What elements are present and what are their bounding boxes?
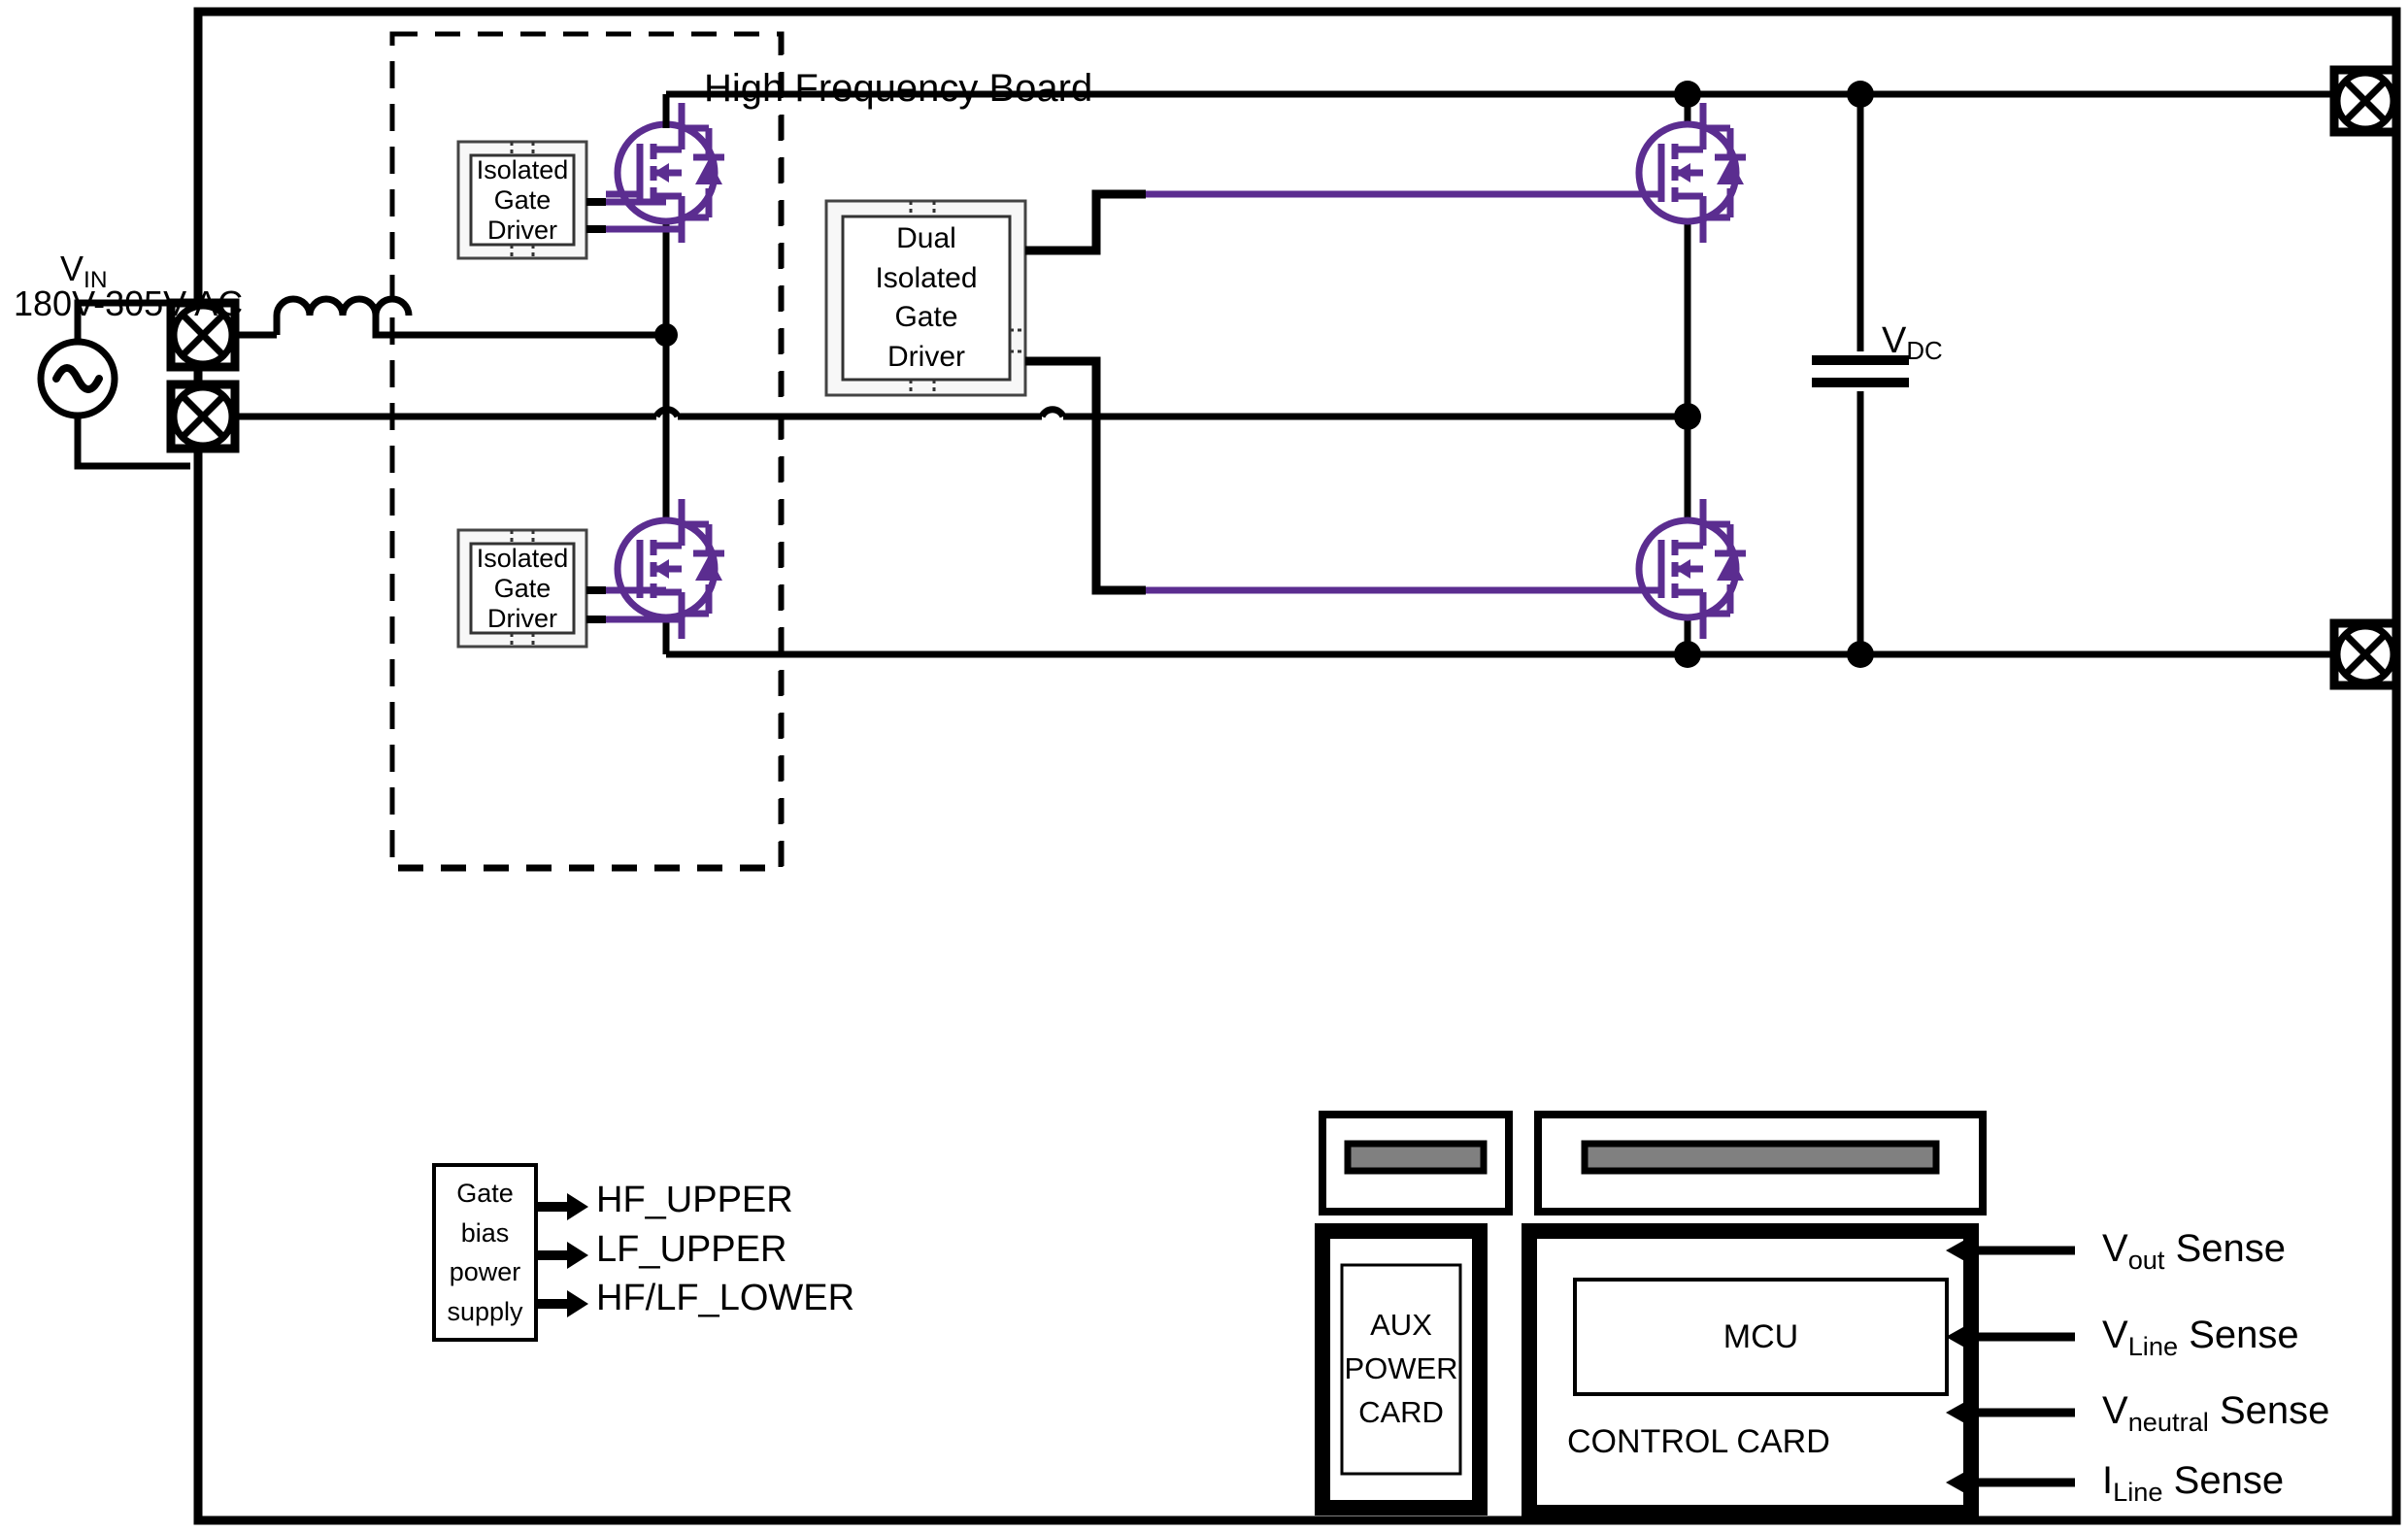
sense-label-vout: Vout Sense — [2102, 1227, 2287, 1275]
sense-label-iline: ILine Sense — [2102, 1459, 2285, 1507]
isolated-gate-driver-hf-upper[interactable] — [456, 140, 588, 260]
dual-driver-to-lf-lower-gate — [1025, 356, 1146, 595]
gate-bias-output-arrow-1 — [536, 1193, 588, 1220]
aux-power-card-connector-icon — [1319, 1111, 1513, 1216]
junction-lf-bottom — [1674, 641, 1701, 668]
circuit-schematic — [37, 7, 2401, 1525]
gate-bias-output-hf-lf-lower: HF/LF_LOWER — [596, 1278, 855, 1318]
terminal-dc-negative-output-icon — [2329, 618, 2401, 690]
junction-lf-top — [1674, 81, 1701, 108]
mcu-box — [1573, 1278, 1949, 1396]
vin-range-label: 180V-305V AC — [14, 283, 244, 323]
gate-bias-output-hf-upper: HF_UPPER — [596, 1180, 793, 1220]
mosfet-lf-upper-icon — [1627, 103, 1746, 243]
ac-source-icon — [37, 338, 118, 419]
aux-power-card[interactable] — [1315, 1223, 1488, 1515]
capacitor-icon — [1812, 355, 1909, 387]
dual-isolated-gate-driver[interactable] — [824, 199, 1027, 397]
gate-bias-output-lf-upper: LF_UPPER — [596, 1229, 787, 1270]
vdc-label: VDC — [1882, 320, 1943, 366]
terminal-dc-positive-output-icon — [2329, 65, 2401, 137]
inductor-icon — [273, 295, 413, 316]
control-card-label: CONTROL CARD — [1567, 1423, 1830, 1460]
control-card-connector-icon — [1534, 1111, 1987, 1216]
sense-label-vline: VLine Sense — [2102, 1314, 2299, 1361]
diagram-canvas: High Frequency Board VIN 180V-305V AC VD… — [0, 0, 2408, 1532]
line-wire-post-inductor — [372, 316, 666, 339]
isolated-gate-driver-hf-lower[interactable] — [456, 528, 588, 649]
wire-hop-neutral-over-lf — [1038, 406, 1067, 418]
gate-bias-output-arrow-3 — [536, 1290, 588, 1317]
gate-bias-power-supply-box[interactable] — [432, 1163, 538, 1342]
hf-board-title: High Frequency Board — [704, 67, 1093, 110]
gate-bias-output-arrow-2 — [536, 1242, 588, 1269]
junction-cap-top — [1847, 81, 1874, 108]
terminal-neutral-input-icon — [166, 380, 240, 453]
junction-cap-bottom — [1847, 641, 1874, 668]
mosfet-lf-lower-icon — [1627, 499, 1746, 639]
dual-driver-to-lf-upper-gate — [1025, 189, 1146, 255]
control-card[interactable] — [1522, 1223, 1979, 1520]
sense-label-vneutral: Vneutral Sense — [2102, 1389, 2330, 1437]
